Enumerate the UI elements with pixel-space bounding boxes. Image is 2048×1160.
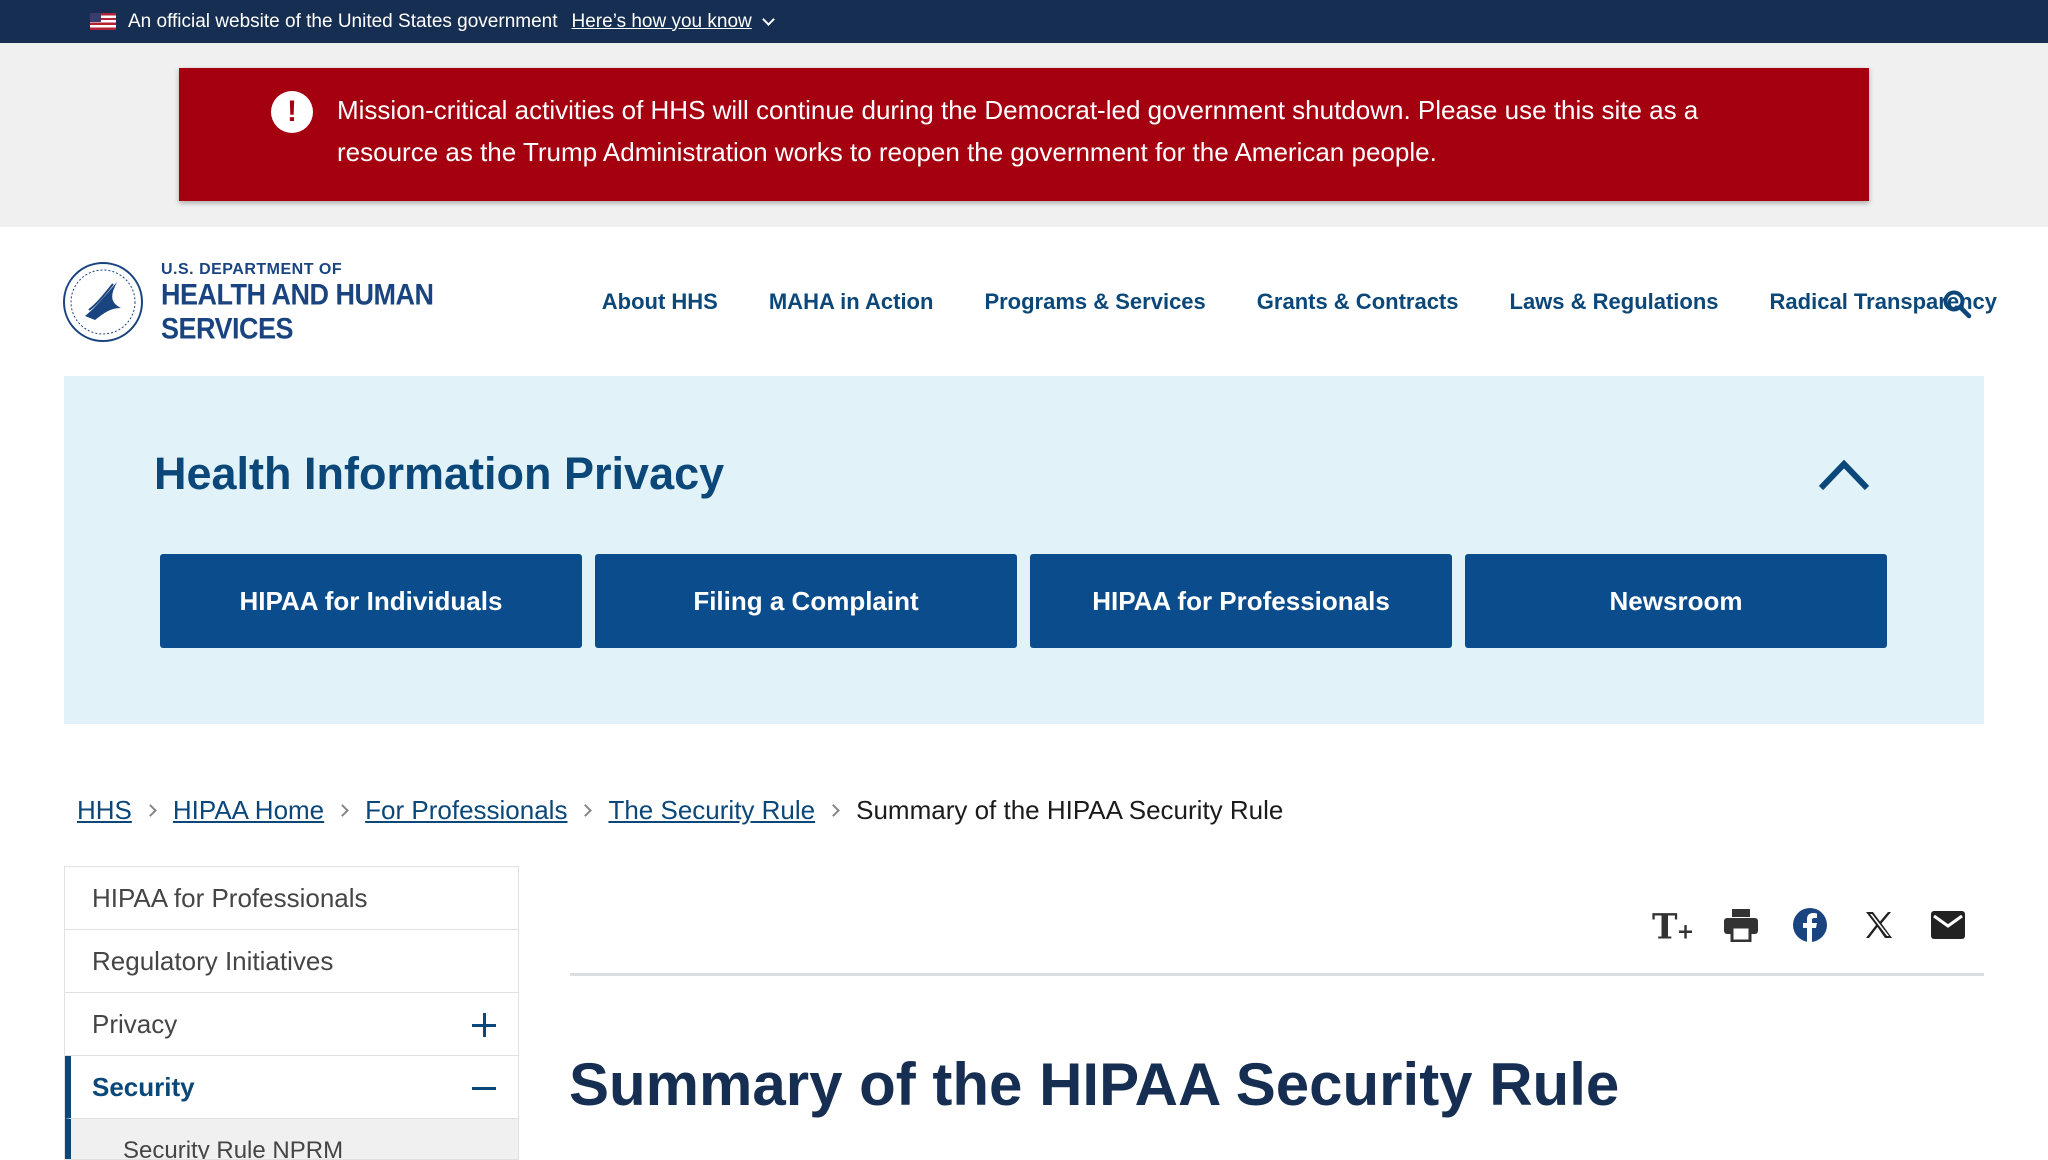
sidenav-item-label: HIPAA for Professionals — [92, 882, 368, 913]
exclamation-icon: ! — [271, 91, 313, 133]
alert-text: Mission-critical activities of HHS will … — [337, 95, 1699, 167]
facebook-icon[interactable] — [1790, 905, 1830, 945]
breadcrumb-security-rule[interactable]: The Security Rule — [608, 795, 815, 826]
tile-filing-complaint[interactable]: Filing a Complaint — [595, 554, 1017, 648]
us-flag-icon — [90, 13, 116, 30]
text-size-icon[interactable]: T + — [1652, 905, 1692, 945]
nav-laws-regulations[interactable]: Laws & Regulations — [1510, 289, 1719, 315]
heres-how-you-know-link[interactable]: Here’s how you know — [571, 10, 775, 33]
heres-how-you-know-label: Here’s how you know — [571, 10, 752, 32]
chevron-right-icon — [144, 804, 157, 817]
page-tools: T + — [1652, 905, 1997, 945]
alert-region: ! Mission-critical activities of HHS wil… — [0, 43, 2048, 227]
svg-text:+: + — [1677, 919, 1692, 943]
sidenav-item-label: Privacy — [92, 1008, 178, 1039]
breadcrumb-hipaa-home[interactable]: HIPAA Home — [173, 795, 324, 826]
plus-icon[interactable] — [472, 1013, 496, 1037]
chevron-right-icon — [827, 804, 840, 817]
nav-about-hhs[interactable]: About HHS — [602, 289, 718, 315]
print-icon[interactable] — [1721, 905, 1761, 945]
logo-small-text: U.S. DEPARTMENT OF — [161, 260, 343, 278]
chevron-up-icon[interactable] — [1817, 456, 1871, 492]
breadcrumb-hhs[interactable]: HHS — [77, 795, 132, 826]
tile-hipaa-professionals[interactable]: HIPAA for Professionals — [1030, 554, 1452, 648]
chevron-down-icon — [761, 12, 775, 26]
hhs-seal-logo[interactable] — [63, 261, 143, 342]
chevron-right-icon — [579, 804, 593, 817]
x-icon[interactable] — [1859, 905, 1899, 945]
nav-grants-contracts[interactable]: Grants & Contracts — [1257, 289, 1459, 315]
nav-programs-services[interactable]: Programs & Services — [984, 289, 1205, 315]
sidenav-item-label: Regulatory Initiatives — [92, 945, 334, 976]
side-nav: HIPAA for Professionals Regulatory Initi… — [64, 866, 519, 1160]
tile-newsroom[interactable]: Newsroom — [1465, 554, 1887, 648]
sidenav-subitem-security-rule-nprm[interactable]: Security Rule NPRM — [65, 1119, 518, 1159]
tile-hipaa-individuals[interactable]: HIPAA for Individuals — [160, 554, 582, 648]
page-title: Summary of the HIPAA Security Rule — [569, 1051, 1620, 1118]
svg-text:T: T — [1652, 907, 1678, 945]
site-header: U.S. DEPARTMENT OF HEALTH AND HUMAN SERV… — [0, 227, 2048, 376]
privacy-title: Health Information Privacy — [154, 448, 725, 499]
logo-big-text: HEALTH AND HUMAN SERVICES — [161, 277, 434, 345]
chevron-right-icon — [336, 804, 350, 817]
main-nav: About HHS MAHA in Action Programs & Serv… — [602, 289, 2048, 315]
breadcrumb-for-professionals[interactable]: For Professionals — [365, 795, 567, 826]
sidenav-item-security[interactable]: Security — [65, 1056, 518, 1119]
privacy-tiles: HIPAA for Individuals Filing a Complaint… — [160, 554, 1900, 648]
sidenav-item-label: Security — [92, 1071, 195, 1102]
minus-icon[interactable] — [472, 1076, 496, 1100]
shutdown-alert: ! Mission-critical activities of HHS wil… — [179, 68, 1869, 201]
email-icon[interactable] — [1928, 905, 1968, 945]
breadcrumb: HHS HIPAA Home For Professionals The Sec… — [77, 795, 1283, 826]
breadcrumb-current: Summary of the HIPAA Security Rule — [856, 795, 1284, 825]
privacy-banner: Health Information Privacy HIPAA for Ind… — [64, 376, 1984, 724]
gov-banner-text: An official website of the United States… — [128, 10, 558, 32]
sidenav-item-regulatory-initiatives[interactable]: Regulatory Initiatives — [65, 930, 518, 993]
hhs-logo-text[interactable]: U.S. DEPARTMENT OF HEALTH AND HUMAN SERV… — [161, 260, 550, 345]
sidenav-item-hipaa-professionals[interactable]: HIPAA for Professionals — [65, 867, 518, 930]
gov-banner: An official website of the United States… — [0, 0, 2048, 43]
nav-maha-in-action[interactable]: MAHA in Action — [769, 289, 934, 315]
sidenav-item-privacy[interactable]: Privacy — [65, 993, 518, 1056]
tools-divider — [570, 973, 1984, 976]
search-icon[interactable] — [1942, 289, 1972, 319]
